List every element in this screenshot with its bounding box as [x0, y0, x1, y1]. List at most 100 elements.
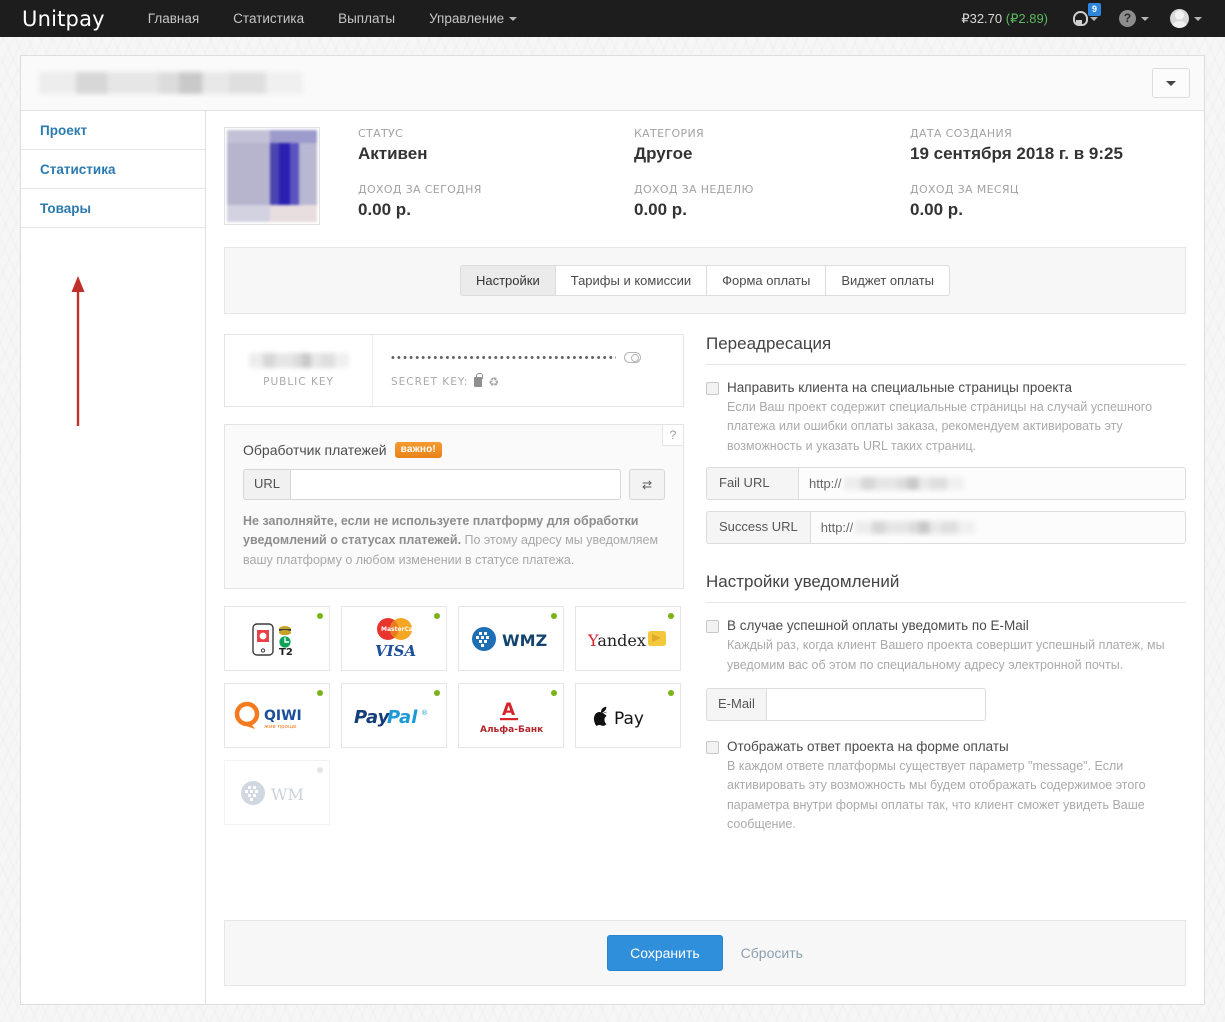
- collapse-button[interactable]: [1152, 68, 1190, 98]
- nav-link-payouts-label: Выплаты: [338, 11, 396, 26]
- svg-text:Pay: Pay: [354, 707, 391, 728]
- payment-method-applepay[interactable]: Pay: [575, 683, 681, 749]
- tab-payment-widget-label: Виджет оплаты: [841, 273, 935, 288]
- content-area: СТАТУС Активен КАТЕГОРИЯ Другое ДАТА СОЗ…: [206, 111, 1204, 1004]
- handler-url-addon: URL: [243, 469, 291, 500]
- tab-settings-label: Настройки: [475, 273, 540, 288]
- save-button[interactable]: Сохранить: [607, 935, 723, 971]
- status-dot-enabled: [434, 690, 440, 697]
- summary-label-income-month: ДОХОД ЗА МЕСЯЦ: [910, 183, 1019, 196]
- nav-links: Главная Статистика Выплаты Управление: [131, 0, 534, 37]
- chevron-down-icon: [509, 17, 518, 22]
- secret-key-masked: ••••••••••••••••••••••••••••••••••••••: [391, 351, 616, 364]
- svg-text:VISA: VISA: [375, 642, 416, 660]
- settings-left-column: PUBLIC KEY •••••••••••••••••••••••••••••…: [224, 334, 684, 834]
- summary-label-status: СТАТУС: [358, 127, 404, 140]
- success-url-row: Success URL http://: [706, 511, 1186, 545]
- form-footer: Сохранить Сбросить: [224, 920, 1186, 986]
- fail-url-field[interactable]: http://: [798, 467, 1186, 501]
- nav-link-management[interactable]: Управление: [412, 0, 534, 37]
- summary-cell-income-month: ДОХОД ЗА МЕСЯЦ 0.00 р.: [910, 183, 1186, 225]
- tele2-icon: T2: [252, 622, 293, 658]
- handler-note: Не заполняйте, если не используете платф…: [243, 512, 665, 570]
- chevron-down-icon: [1141, 16, 1149, 21]
- regenerate-icon[interactable]: ♻: [488, 376, 499, 388]
- avatar: [1170, 9, 1189, 28]
- handler-url-input[interactable]: [290, 469, 621, 500]
- brand-logo[interactable]: Unitpay: [22, 7, 105, 31]
- email-addon-label: E-Mail: [706, 687, 766, 721]
- chevron-down-icon: [1194, 16, 1202, 21]
- nav-link-payouts[interactable]: Выплаты: [321, 0, 412, 37]
- redirect-description: Если Ваш проект содержит специальные стр…: [727, 400, 1153, 453]
- svg-text:WM: WM: [271, 785, 304, 804]
- payment-method-paypal[interactable]: Pay Pal ®: [341, 683, 447, 749]
- divider: [706, 602, 1186, 604]
- summary-cell-created: ДАТА СОЗДАНИЯ 19 сентября 2018 г. в 9:25: [910, 127, 1186, 169]
- payment-method-mastercard-visa[interactable]: MasterCard VISA: [341, 606, 447, 672]
- panel-header: [21, 56, 1204, 111]
- fail-url-value-redacted: [843, 477, 964, 491]
- sidebar-item-products[interactable]: Товары: [21, 189, 205, 228]
- summary-value-created: 19 сентября 2018 г. в 9:25: [910, 144, 1123, 163]
- nav-link-statistics-label: Статистика: [233, 11, 305, 26]
- payment-method-yandex[interactable]: Yandex: [575, 606, 681, 672]
- payment-method-webmoney[interactable]: WM: [224, 760, 330, 826]
- svg-text:Альфа-Банк: Альфа-Банк: [480, 725, 543, 735]
- tabbar: Настройки Тарифы и комиссии Форма оплаты…: [224, 247, 1186, 314]
- tab-payment-form[interactable]: Форма оплаты: [706, 265, 827, 296]
- payment-method-alfabank[interactable]: A Альфа-Банк: [458, 683, 564, 749]
- tab-tariffs[interactable]: Тарифы и комиссии: [554, 265, 708, 296]
- summary-label-income-today: ДОХОД ЗА СЕГОДНЯ: [358, 183, 482, 196]
- message-description: В каждом ответе платформы существует пар…: [727, 758, 1146, 831]
- paypal-icon: Pay Pal ®: [354, 707, 428, 728]
- help-button[interactable]: ?: [1110, 0, 1158, 37]
- message-checkbox-label: Отображать ответ проекта на форме оплаты: [727, 738, 1009, 754]
- tab-settings[interactable]: Настройки: [459, 265, 556, 296]
- nav-link-statistics[interactable]: Статистика: [216, 0, 321, 37]
- sidebar-item-statistics-label: Статистика: [40, 161, 116, 177]
- redirect-checkbox[interactable]: [706, 382, 719, 395]
- summary-label-income-week: ДОХОД ЗА НЕДЕЛЮ: [634, 183, 754, 196]
- payment-method-tele2[interactable]: T2: [224, 606, 330, 672]
- public-key-block[interactable]: PUBLIC KEY: [225, 335, 373, 406]
- redirect-checkbox-row: Направить клиента на специальные страниц…: [706, 380, 1186, 456]
- fail-url-label: Fail URL: [706, 467, 798, 501]
- handler-help-icon[interactable]: ?: [662, 424, 684, 446]
- svg-text:Yandex: Yandex: [587, 631, 646, 650]
- summary-value-income-today: 0.00 р.: [358, 200, 411, 219]
- payment-method-wmz[interactable]: WMZ: [458, 606, 564, 672]
- notifications-button[interactable]: 9: [1063, 0, 1107, 37]
- summary-cell-income-today: ДОХОД ЗА СЕГОДНЯ 0.00 р.: [358, 183, 634, 225]
- public-key-caption: PUBLIC KEY: [263, 376, 334, 388]
- redirect-title: Переадресация: [706, 334, 832, 353]
- show-message-checkbox[interactable]: [706, 740, 719, 754]
- nav-link-home[interactable]: Главная: [131, 0, 216, 37]
- sidebar-item-statistics[interactable]: Статистика: [21, 150, 205, 189]
- svg-text:жив проще: жив проще: [264, 724, 297, 730]
- status-dot-enabled: [668, 613, 674, 620]
- handler-title: Обработчик платежей: [243, 442, 387, 458]
- lock-icon[interactable]: [474, 373, 483, 387]
- sidebar-item-project[interactable]: Проект: [21, 111, 205, 150]
- sidebar-item-project-label: Проект: [40, 122, 88, 138]
- summary-cell-status: СТАТУС Активен: [358, 127, 634, 169]
- redirect-checkbox-label: Направить клиента на специальные страниц…: [727, 380, 1072, 395]
- svg-text:Pay: Pay: [614, 709, 644, 729]
- eye-toggle-icon[interactable]: [624, 352, 642, 364]
- tab-payment-widget[interactable]: Виджет оплаты: [825, 265, 951, 296]
- summary-value-category: Другое: [634, 144, 693, 163]
- payment-method-qiwi[interactable]: QIWI жив проще: [224, 683, 330, 749]
- chevron-down-icon: [1166, 80, 1176, 86]
- handler-swap-button[interactable]: ⇄: [629, 469, 665, 500]
- success-url-field[interactable]: http://: [809, 511, 1186, 545]
- yandex-money-icon: Yandex: [587, 630, 666, 650]
- reset-button[interactable]: Сбросить: [741, 945, 803, 961]
- account-menu-button[interactable]: [1161, 0, 1211, 37]
- settings-right-column: Переадресация Направить клиента на специ…: [706, 334, 1186, 834]
- email-input[interactable]: [765, 687, 986, 721]
- email-input-row: E-Mail: [706, 687, 986, 721]
- summary-grid: СТАТУС Активен КАТЕГОРИЯ Другое ДАТА СОЗ…: [358, 127, 1186, 225]
- email-notify-checkbox[interactable]: [706, 620, 719, 634]
- wmz-icon: WMZ: [472, 626, 547, 651]
